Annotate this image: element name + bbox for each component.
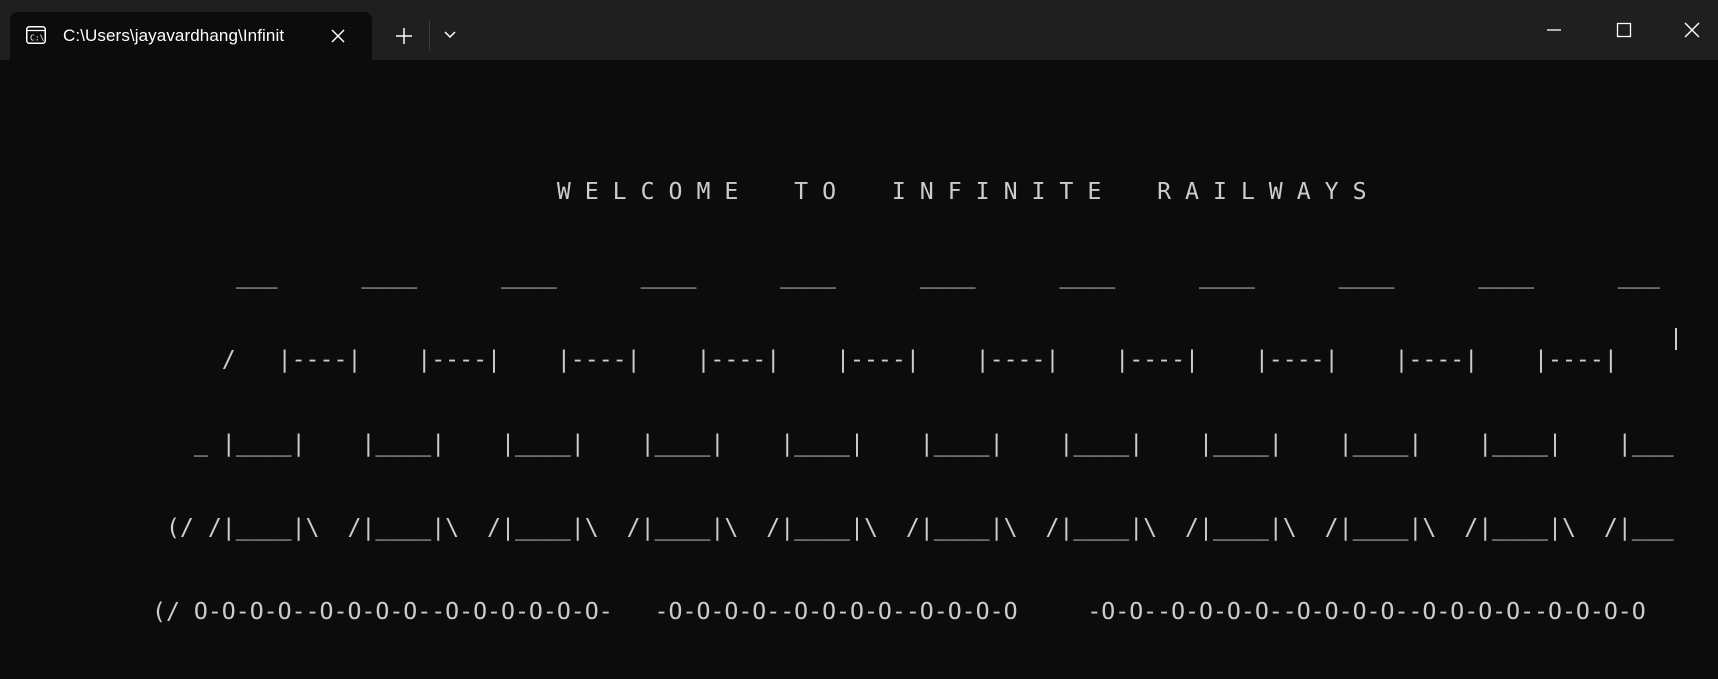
minimize-icon[interactable]: [1538, 14, 1570, 46]
maximize-icon[interactable]: [1608, 14, 1640, 46]
close-window-icon[interactable]: [1676, 14, 1708, 46]
welcome-banner: W E L C O M E T O I N F I N I T E R A I …: [152, 178, 1367, 205]
titlebar-divider: [429, 20, 430, 50]
close-tab-icon[interactable]: [326, 24, 350, 48]
train-ascii-line: _ |____| |____| |____| |____| |____| |__…: [152, 430, 1674, 457]
chevron-down-icon[interactable]: [437, 24, 463, 46]
terminal-text: W E L C O M E T O I N F I N I T E R A I …: [152, 122, 1674, 679]
train-ascii-line: (/ O-O-O-O--O-O-O-O--O-O-O-O-O-O- -O-O-O…: [152, 598, 1646, 625]
title-bar: C:\ C:\Users\jayavardhang\Infinit: [0, 0, 1718, 60]
svg-text:C:\: C:\: [30, 34, 45, 43]
new-tab-plus-icon[interactable]: [390, 22, 418, 50]
terminal-icon: C:\: [26, 26, 46, 44]
text-cursor: [1675, 328, 1677, 350]
train-ascii-line: ___ ____ ____ ____ ____ ____ ____ ____ _…: [152, 262, 1660, 289]
tab-active[interactable]: C:\ C:\Users\jayavardhang\Infinit: [10, 12, 372, 60]
terminal-window: C:\ C:\Users\jayavardhang\Infinit W E L …: [0, 0, 1718, 679]
tab-title: C:\Users\jayavardhang\Infinit: [63, 26, 285, 45]
train-ascii-line: (/ /|____|\ /|____|\ /|____|\ /|____|\ /…: [152, 514, 1674, 541]
terminal-output-area[interactable]: W E L C O M E T O I N F I N I T E R A I …: [0, 60, 1718, 679]
train-ascii-line: / |----| |----| |----| |----| |----| |--…: [152, 346, 1618, 373]
